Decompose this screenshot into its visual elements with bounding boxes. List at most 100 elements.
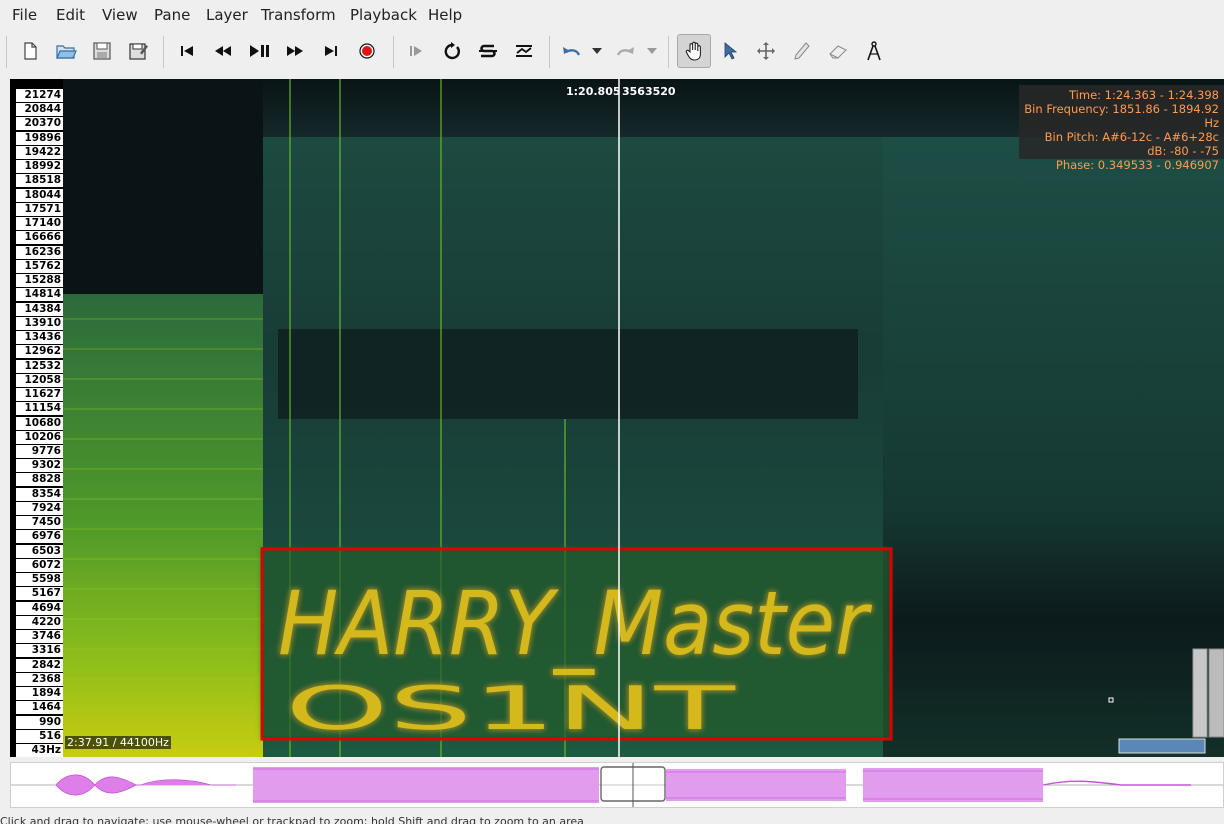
normalize-icon[interactable] xyxy=(509,36,539,66)
menu-pane[interactable]: Pane xyxy=(154,6,190,24)
erase-icon[interactable] xyxy=(823,36,853,66)
readout-bin-pitch: Bin Pitch: A#6-12c - A#6+28c xyxy=(1044,130,1219,144)
frequency-tick-label: 15288 xyxy=(16,274,63,288)
frequency-tick-label: 20844 xyxy=(16,103,63,117)
navigate-hand-icon[interactable] xyxy=(677,34,711,68)
frequency-tick-label: 19896 xyxy=(16,131,63,145)
frequency-tick-label: 18518 xyxy=(16,174,63,188)
frequency-tick-label: 17571 xyxy=(16,202,63,216)
save-as-icon[interactable] xyxy=(123,36,153,66)
frequency-tick-label: 12532 xyxy=(16,359,63,373)
rewind-icon[interactable] xyxy=(208,36,238,66)
frequency-tick-label: 16666 xyxy=(16,231,63,245)
fast-forward-end-icon[interactable] xyxy=(316,36,346,66)
hidden-message: HARRY_Master OS1NT xyxy=(261,547,891,744)
open-folder-icon[interactable] xyxy=(51,36,81,66)
frequency-tick-label: 2368 xyxy=(16,672,63,686)
undo-icon[interactable] xyxy=(556,36,586,66)
frequency-tick-label: 10680 xyxy=(16,416,63,430)
menu-playback[interactable]: Playback xyxy=(350,6,417,24)
frequency-tick-label: 12058 xyxy=(16,373,63,387)
frequency-tick-label: 18992 xyxy=(16,160,63,174)
measure-icon[interactable] xyxy=(859,36,889,66)
play-selection-icon[interactable] xyxy=(401,36,431,66)
frequency-scale: 21274 20844 20370 19896 19422 18992 18518 18044… xyxy=(10,79,63,757)
frequency-tick-label: 18044 xyxy=(16,188,63,202)
frequency-tick-label: 6976 xyxy=(16,530,63,544)
loop-icon[interactable] xyxy=(437,36,467,66)
status-bar: Click and drag to navigate; use mouse-wh… xyxy=(0,812,1224,824)
cursor-time-label: 1:20.805 xyxy=(566,85,621,98)
duration-label: 2:37.91 / 44100Hz xyxy=(65,736,171,749)
play-pause-icon[interactable] xyxy=(244,36,274,66)
frequency-tick-label: 3746 xyxy=(16,630,63,644)
frequency-tick-label: 15762 xyxy=(16,259,63,273)
overview-waveform[interactable] xyxy=(11,763,1223,807)
overview-waveform-pane[interactable] xyxy=(10,762,1224,808)
record-icon[interactable] xyxy=(352,36,382,66)
frequency-tick-label: 14384 xyxy=(16,302,63,316)
menu-help[interactable]: Help xyxy=(428,6,462,24)
redo-icon[interactable] xyxy=(611,36,641,66)
rewind-start-icon[interactable] xyxy=(172,36,202,66)
new-file-icon[interactable] xyxy=(15,36,45,66)
menu-edit[interactable]: Edit xyxy=(56,6,85,24)
menu-file[interactable]: File xyxy=(12,6,37,24)
frequency-tick-label: 21274 xyxy=(16,89,63,102)
undo-dropdown-icon[interactable] xyxy=(585,36,609,66)
frequency-tick-label: 14814 xyxy=(16,288,63,302)
frequency-tick-label: 9302 xyxy=(16,459,63,473)
menu-view[interactable]: View xyxy=(102,6,138,24)
frequency-tick-label: 5167 xyxy=(16,587,63,601)
vertical-zoom-thumbwheel[interactable] xyxy=(1208,648,1224,738)
move-icon[interactable] xyxy=(751,36,781,66)
readout-db: dB: -80 - -75 xyxy=(1147,144,1219,158)
menu-layer[interactable]: Layer xyxy=(206,6,248,24)
frequency-tick-label: 3316 xyxy=(16,644,63,658)
readout-bin-frequency: Bin Frequency: 1851.86 - 1894.92 Hz xyxy=(1024,102,1219,130)
toolbar-separator xyxy=(6,36,7,68)
frequency-tick-label: 43Hz xyxy=(16,744,63,757)
hidden-text-line2: OS1NT xyxy=(285,674,736,744)
toolbar-separator xyxy=(163,36,164,68)
menu-bar: File Edit View Pane Layer Transform Play… xyxy=(0,0,1224,32)
toolbar-separator xyxy=(549,36,550,68)
frequency-tick-label: 16236 xyxy=(16,245,63,259)
toolbar xyxy=(0,32,1224,74)
frequency-tick-label: 1464 xyxy=(16,701,63,715)
frequency-tick-label: 7450 xyxy=(16,516,63,530)
readout-time: Time: 1:24.363 - 1:24.398 xyxy=(1069,88,1219,102)
vertical-zoom-slider[interactable] xyxy=(1192,648,1208,738)
fast-forward-icon[interactable] xyxy=(280,36,310,66)
solo-icon[interactable] xyxy=(473,36,503,66)
menu-transform[interactable]: Transform xyxy=(261,6,336,24)
frequency-tick-label: 5598 xyxy=(16,573,63,587)
frequency-tick-label: 11627 xyxy=(16,388,63,402)
frequency-tick-label: 1894 xyxy=(16,687,63,701)
measurement-readout: Time: 1:24.363 - 1:24.398 Bin Frequency:… xyxy=(1019,85,1224,172)
redo-dropdown-icon[interactable] xyxy=(640,36,664,66)
frequency-tick-label: 8354 xyxy=(16,487,63,501)
hidden-text-line1: HARRY_Master xyxy=(278,572,872,675)
spectrogram-view[interactable]: HARRY_Master OS1NT xyxy=(63,79,1224,757)
frequency-tick-label: 12962 xyxy=(16,345,63,359)
frequency-tick-label: 516 xyxy=(16,729,63,743)
frequency-tick-label: 9776 xyxy=(16,444,63,458)
frequency-tick-label: 17140 xyxy=(16,217,63,231)
frequency-tick-label: 2842 xyxy=(16,658,63,672)
frequency-tick-label: 10206 xyxy=(16,430,63,444)
toolbar-separator xyxy=(393,36,394,68)
frequency-tick-label: 20370 xyxy=(16,117,63,131)
spectrogram-pane[interactable]: 21274 20844 20370 19896 19422 18992 18518 18044… xyxy=(10,79,1224,757)
horizontal-zoom-thumbwheel[interactable] xyxy=(1118,738,1206,754)
frequency-tick-label: 19422 xyxy=(16,145,63,159)
frequency-tick-label: 13436 xyxy=(16,331,63,345)
frequency-tick-label: 11154 xyxy=(16,402,63,416)
select-pointer-icon[interactable] xyxy=(715,36,745,66)
frequency-tick-label: 4694 xyxy=(16,601,63,615)
draw-pencil-icon[interactable] xyxy=(787,36,817,66)
frequency-tick-label: 6503 xyxy=(16,544,63,558)
frequency-tick-label: 13910 xyxy=(16,316,63,330)
save-icon[interactable] xyxy=(87,36,117,66)
toolbar-separator xyxy=(668,36,669,68)
